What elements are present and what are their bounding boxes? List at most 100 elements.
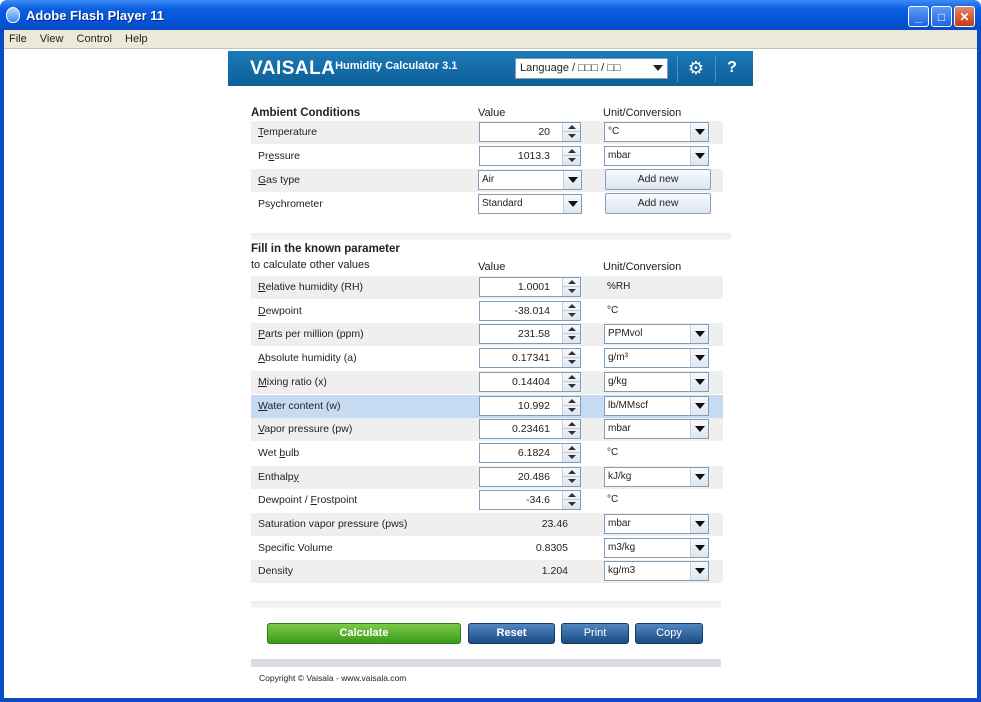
chevron-down-icon[interactable] xyxy=(690,420,708,439)
chevron-up-icon[interactable] xyxy=(568,493,576,498)
value-field[interactable]: 10.992 xyxy=(518,400,550,412)
stepper-buttons[interactable] xyxy=(562,443,580,462)
value-stepper[interactable]: -34.6 xyxy=(479,490,581,511)
stepper-buttons[interactable] xyxy=(562,467,580,486)
stepper-buttons[interactable] xyxy=(562,147,580,165)
chevron-up-icon[interactable] xyxy=(568,422,576,427)
value-stepper[interactable]: 20.486 xyxy=(479,466,581,487)
chevron-down-icon[interactable] xyxy=(568,383,576,388)
value-field[interactable]: 0.17341 xyxy=(512,352,550,364)
stepper-buttons[interactable] xyxy=(562,396,580,415)
maximize-button[interactable]: □ xyxy=(931,6,952,27)
value-stepper[interactable]: -38.014 xyxy=(479,300,581,321)
stepper-buttons[interactable] xyxy=(562,301,580,320)
chevron-down-icon[interactable] xyxy=(690,123,708,141)
value-stepper[interactable]: 20 xyxy=(479,122,581,142)
value-stepper[interactable]: 1.0001 xyxy=(479,277,581,297)
chevron-up-icon[interactable] xyxy=(568,280,576,284)
value-field[interactable]: -38.014 xyxy=(514,305,550,317)
value-stepper[interactable]: 10.992 xyxy=(479,395,581,416)
stepper-buttons[interactable] xyxy=(562,420,580,439)
chevron-down-icon[interactable] xyxy=(690,325,708,344)
value-field[interactable]: 20.486 xyxy=(518,471,550,483)
value-field[interactable]: 0.23461 xyxy=(512,423,550,435)
chevron-up-icon[interactable] xyxy=(568,374,576,379)
menu-file[interactable]: File xyxy=(4,30,32,45)
menu-control[interactable]: Control xyxy=(72,30,117,45)
chevron-down-icon[interactable] xyxy=(690,538,708,557)
chevron-down-icon[interactable] xyxy=(690,562,708,581)
chevron-down-icon[interactable] xyxy=(568,312,576,317)
chevron-down-icon[interactable] xyxy=(690,349,708,368)
chevron-down-icon[interactable] xyxy=(563,171,581,189)
chevron-up-icon[interactable] xyxy=(568,351,576,356)
chevron-down-icon[interactable] xyxy=(568,431,576,436)
chevron-down-icon[interactable] xyxy=(568,289,576,293)
value-field[interactable]: 0.14404 xyxy=(512,376,550,388)
stepper-buttons[interactable] xyxy=(562,123,580,141)
chevron-down-icon[interactable] xyxy=(568,158,576,162)
chevron-down-icon[interactable] xyxy=(568,336,576,341)
language-select[interactable]: Language / □□□ / □□ xyxy=(515,58,668,79)
unit-select[interactable]: °C xyxy=(604,122,709,142)
chevron-down-icon[interactable] xyxy=(568,407,576,412)
unit-select[interactable]: mbar xyxy=(604,146,709,166)
chevron-up-icon[interactable] xyxy=(568,445,576,450)
chevron-down-icon[interactable] xyxy=(690,396,708,415)
chevron-down-icon[interactable] xyxy=(568,134,576,138)
chevron-down-icon[interactable] xyxy=(568,454,576,459)
unit-select[interactable]: kJ/kg xyxy=(604,466,709,487)
stepper-buttons[interactable] xyxy=(562,349,580,368)
value-stepper[interactable]: 0.14404 xyxy=(479,371,581,392)
unit-select[interactable]: PPMvol xyxy=(604,324,709,345)
chevron-down-icon[interactable] xyxy=(568,502,576,507)
value-field[interactable]: 231.58 xyxy=(518,328,550,340)
chevron-up-icon[interactable] xyxy=(568,149,576,153)
print-button[interactable]: Print xyxy=(561,623,629,644)
minimize-button[interactable]: _ xyxy=(908,6,929,27)
value-field[interactable]: 1013.3 xyxy=(518,150,550,162)
chevron-down-icon[interactable] xyxy=(690,147,708,165)
unit-select[interactable]: mbar xyxy=(604,419,709,440)
chevron-up-icon[interactable] xyxy=(568,125,576,129)
value-field[interactable]: 1.0001 xyxy=(518,281,550,293)
chevron-down-icon[interactable] xyxy=(568,360,576,365)
value-stepper[interactable]: 1013.3 xyxy=(479,146,581,166)
value-stepper[interactable]: 0.23461 xyxy=(479,419,581,440)
value-stepper[interactable]: 6.1824 xyxy=(479,442,581,463)
unit-select[interactable]: Air xyxy=(478,170,582,190)
chevron-up-icon[interactable] xyxy=(568,469,576,474)
chevron-down-icon[interactable] xyxy=(563,195,581,213)
menu-help[interactable]: Help xyxy=(120,30,153,45)
value-stepper[interactable]: 0.17341 xyxy=(479,348,581,369)
gear-icon[interactable]: ⚙ xyxy=(686,58,706,78)
stepper-buttons[interactable] xyxy=(562,325,580,344)
reset-button[interactable]: Reset xyxy=(468,623,555,644)
unit-select[interactable]: g/m³ xyxy=(604,348,709,369)
chevron-up-icon[interactable] xyxy=(568,398,576,403)
help-icon[interactable]: ? xyxy=(722,57,742,77)
stepper-buttons[interactable] xyxy=(562,372,580,391)
chevron-down-icon[interactable] xyxy=(690,515,708,533)
unit-select[interactable]: mbar xyxy=(604,514,709,534)
menu-view[interactable]: View xyxy=(35,30,69,45)
stepper-buttons[interactable] xyxy=(562,491,580,510)
unit-select[interactable]: m3/kg xyxy=(604,537,709,558)
chevron-down-icon[interactable] xyxy=(690,372,708,391)
value-field[interactable]: 6.1824 xyxy=(518,447,550,459)
unit-select[interactable]: kg/m3 xyxy=(604,561,709,582)
value-field[interactable]: -34.6 xyxy=(526,494,550,506)
unit-select[interactable]: lb/MMscf xyxy=(604,395,709,416)
unit-select[interactable]: g/kg xyxy=(604,371,709,392)
chevron-up-icon[interactable] xyxy=(568,327,576,332)
value-stepper[interactable]: 231.58 xyxy=(479,324,581,345)
unit-select[interactable]: Standard xyxy=(478,194,582,214)
stepper-buttons[interactable] xyxy=(562,278,580,296)
copy-button[interactable]: Copy xyxy=(635,623,703,644)
calculate-button[interactable]: Calculate xyxy=(267,623,461,644)
value-field[interactable]: 20 xyxy=(538,126,550,138)
chevron-down-icon[interactable] xyxy=(690,467,708,486)
add-new-button[interactable]: Add new xyxy=(605,169,711,190)
add-new-button[interactable]: Add new xyxy=(605,193,711,214)
chevron-up-icon[interactable] xyxy=(568,303,576,308)
